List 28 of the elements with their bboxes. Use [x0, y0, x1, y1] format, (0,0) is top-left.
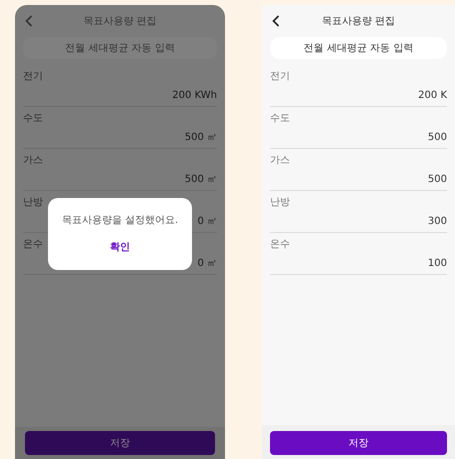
field-value[interactable]: 500 ㎥	[184, 172, 217, 187]
screen-title: 목표사용량 편집	[83, 14, 157, 28]
field-label: 수도	[23, 112, 43, 126]
field-label: 전기	[270, 70, 290, 84]
save-button[interactable]: 저장	[25, 431, 215, 455]
field-value[interactable]: 500	[428, 172, 447, 187]
field-value[interactable]: 0 ㎥	[197, 214, 217, 229]
field-value[interactable]: 500	[428, 130, 447, 145]
field-value[interactable]: 200 K	[418, 88, 447, 103]
field-label: 가스	[23, 154, 43, 168]
back-icon[interactable]	[272, 15, 280, 27]
field-label: 전기	[23, 70, 43, 84]
dialog-message: 목표사용량을 설정했어요.	[62, 214, 178, 228]
field-value[interactable]: 200 KWh	[172, 88, 217, 103]
autofill-button[interactable]: 전월 세대평균 자동 입력	[270, 37, 447, 59]
field-label: 수도	[270, 112, 290, 126]
field-label: 난방	[23, 196, 43, 210]
save-button[interactable]: 저장	[270, 431, 447, 455]
field-value[interactable]: 0 ㎥	[197, 256, 217, 271]
field-value[interactable]: 500 ㎥	[184, 130, 217, 145]
field-label: 난방	[270, 196, 290, 210]
field-label: 온수	[270, 238, 290, 252]
confirm-button[interactable]: 확인	[110, 240, 130, 255]
field-value[interactable]: 300	[428, 214, 447, 229]
field-label: 가스	[270, 154, 290, 168]
field-label: 온수	[23, 238, 43, 252]
screen-title: 목표사용량 편집	[322, 14, 396, 28]
field-value[interactable]: 100	[428, 256, 447, 271]
